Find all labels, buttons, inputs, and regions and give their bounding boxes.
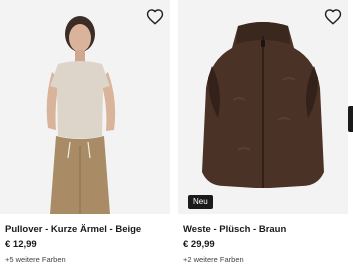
product-image[interactable] [0,0,170,214]
more-colors-link[interactable]: +5 weitere Farben [5,255,66,264]
product-image[interactable]: Neu [178,0,348,214]
product-card[interactable]: Neu Weste - Plüsch - Braun € 29,99 +2 we… [178,0,348,270]
product-price: € 29,99 [183,239,215,250]
new-badge: Neu [188,195,213,209]
vest-photo [178,0,348,214]
more-colors-link[interactable]: +2 weitere Farben [183,255,244,264]
product-card[interactable]: Pullover - Kurze Ärmel - Beige € 12,99 +… [0,0,170,270]
side-scroll-tab[interactable] [348,106,353,132]
model-photo [0,0,170,214]
product-grid: Pullover - Kurze Ärmel - Beige € 12,99 +… [0,0,353,270]
product-price: € 12,99 [5,239,37,250]
heart-outline-icon[interactable] [324,8,342,26]
product-title[interactable]: Weste - Plüsch - Braun [183,224,286,235]
heart-outline-icon[interactable] [146,8,164,26]
product-title[interactable]: Pullover - Kurze Ärmel - Beige [5,224,141,235]
